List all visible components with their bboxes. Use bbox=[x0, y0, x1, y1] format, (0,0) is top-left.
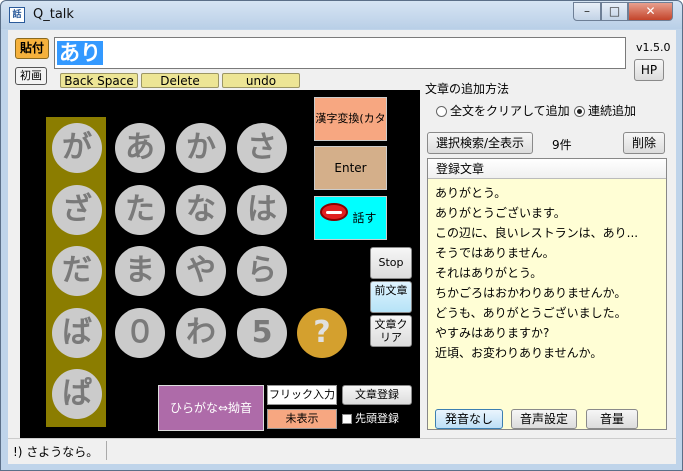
list-item[interactable]: どうも、ありがとうございました。 bbox=[435, 303, 638, 323]
minimize-button[interactable]: – bbox=[573, 2, 601, 21]
key-sa[interactable]: さ bbox=[237, 123, 287, 173]
register-sentence-button[interactable]: 文章登録 bbox=[342, 385, 412, 405]
list-item[interactable]: この辺に、良いレストランは、あり... bbox=[435, 223, 638, 243]
status-divider bbox=[106, 441, 107, 460]
app-icon: 話 bbox=[9, 7, 25, 23]
checkbox-box bbox=[342, 414, 352, 424]
search-all-button[interactable]: 選択検索/全表示 bbox=[427, 132, 533, 154]
first-register-label: 先頭登録 bbox=[355, 412, 399, 425]
speak-button[interactable]: 話す bbox=[314, 196, 387, 240]
app-window: 話 Q_talk – □ ✕ 貼付 初画 あり v1.5.0 HP Back S… bbox=[0, 0, 683, 471]
title-bar: 話 Q_talk – □ ✕ bbox=[1, 1, 682, 29]
key-wa[interactable]: わ bbox=[176, 308, 226, 358]
key-ma[interactable]: ま bbox=[115, 246, 165, 296]
no-sound-button[interactable]: 発音なし bbox=[435, 409, 503, 429]
key-da[interactable]: だ bbox=[52, 246, 102, 296]
key-five[interactable]: 5 bbox=[237, 308, 287, 358]
client-area: 貼付 初画 あり v1.5.0 HP Back Space Delete und… bbox=[8, 30, 676, 464]
key-ba[interactable]: ば bbox=[52, 308, 102, 358]
key-ta[interactable]: た bbox=[115, 185, 165, 235]
key-ka[interactable]: か bbox=[176, 123, 226, 173]
radio-dot bbox=[574, 106, 585, 117]
sentence-count: 9件 bbox=[552, 138, 572, 152]
enter-button[interactable]: Enter bbox=[314, 146, 387, 190]
key-ha[interactable]: は bbox=[237, 185, 287, 235]
sentence-list[interactable]: 登録文章 ありがとう。 ありがとうございます。 この辺に、良いレストランは、あり… bbox=[427, 158, 667, 430]
version-label: v1.5.0 bbox=[636, 41, 671, 54]
backspace-button[interactable]: Back Space bbox=[60, 73, 138, 88]
radio-dot bbox=[436, 106, 447, 117]
status-text: !) さようなら。 bbox=[13, 445, 99, 459]
kanji-convert-button[interactable]: 漢字変換(カタカナ) bbox=[314, 97, 387, 167]
key-question[interactable]: ? bbox=[297, 308, 347, 358]
hiragana-toggle-button[interactable]: ひらがな⇔拗音 bbox=[158, 385, 264, 431]
delete-sentence-button[interactable]: 削除 bbox=[623, 132, 665, 154]
radio-clear-add[interactable]: 全文をクリアして追加 bbox=[436, 102, 570, 119]
list-item[interactable]: ちかごろはおかわりありませんか。 bbox=[435, 283, 638, 303]
volume-button[interactable]: 音量 bbox=[586, 409, 638, 429]
maximize-button[interactable]: □ bbox=[601, 2, 628, 21]
key-ya[interactable]: や bbox=[176, 246, 226, 296]
flick-input-button[interactable]: フリック入力 bbox=[267, 385, 337, 405]
key-ga[interactable]: が bbox=[52, 123, 102, 173]
list-item[interactable]: ありがとうございます。 bbox=[435, 203, 638, 223]
radio-label: 全文をクリアして追加 bbox=[450, 104, 570, 118]
window-title: Q_talk bbox=[33, 7, 74, 22]
key-pa[interactable]: ぱ bbox=[52, 369, 102, 419]
lips-icon bbox=[320, 203, 348, 221]
list-item[interactable]: それはありがとう。 bbox=[435, 263, 638, 283]
previous-sentence-button[interactable]: 前文章 bbox=[370, 281, 412, 313]
mode-panel: ひらがな⇔拗音 フリック入力 文章登録 未表示 先頭登録 bbox=[156, 383, 418, 437]
first-register-checkbox[interactable]: 先頭登録 bbox=[342, 411, 416, 427]
list-item[interactable]: 近頃、お変わりありませんか。 bbox=[435, 343, 638, 363]
close-button[interactable]: ✕ bbox=[628, 2, 673, 21]
radio-continuous-add[interactable]: 連続追加 bbox=[574, 102, 636, 119]
stop-button[interactable]: Stop bbox=[370, 247, 412, 279]
unshown-label: 未表示 bbox=[267, 409, 337, 429]
list-header: 登録文章 bbox=[428, 159, 666, 179]
paste-button[interactable]: 貼付 bbox=[15, 38, 49, 59]
status-bar: !) さようなら。 bbox=[8, 438, 676, 463]
selected-text: あり bbox=[57, 41, 103, 65]
key-na[interactable]: な bbox=[176, 185, 226, 235]
text-input[interactable]: あり bbox=[54, 37, 626, 69]
undo-button[interactable]: undo bbox=[222, 73, 300, 88]
list-item[interactable]: ありがとう。 bbox=[435, 183, 638, 203]
hp-button[interactable]: HP bbox=[634, 59, 664, 81]
delete-button[interactable]: Delete bbox=[141, 73, 219, 88]
voice-settings-button[interactable]: 音声設定 bbox=[511, 409, 577, 429]
add-method-title: 文章の追加方法 bbox=[425, 82, 510, 96]
clear-sentence-button[interactable]: 文章クリア bbox=[370, 315, 412, 347]
key-za[interactable]: ざ bbox=[52, 185, 102, 235]
list-items: ありがとう。 ありがとうございます。 この辺に、良いレストランは、あり... そ… bbox=[435, 183, 638, 363]
key-zero[interactable]: ０ bbox=[115, 308, 165, 358]
radio-label: 連続追加 bbox=[588, 104, 637, 118]
first-screen-button[interactable]: 初画 bbox=[15, 67, 47, 85]
key-a[interactable]: あ bbox=[115, 123, 165, 173]
list-item[interactable]: やすみはありますか? bbox=[435, 323, 638, 343]
key-ra[interactable]: ら bbox=[237, 246, 287, 296]
list-item[interactable]: そうではありません。 bbox=[435, 243, 638, 263]
